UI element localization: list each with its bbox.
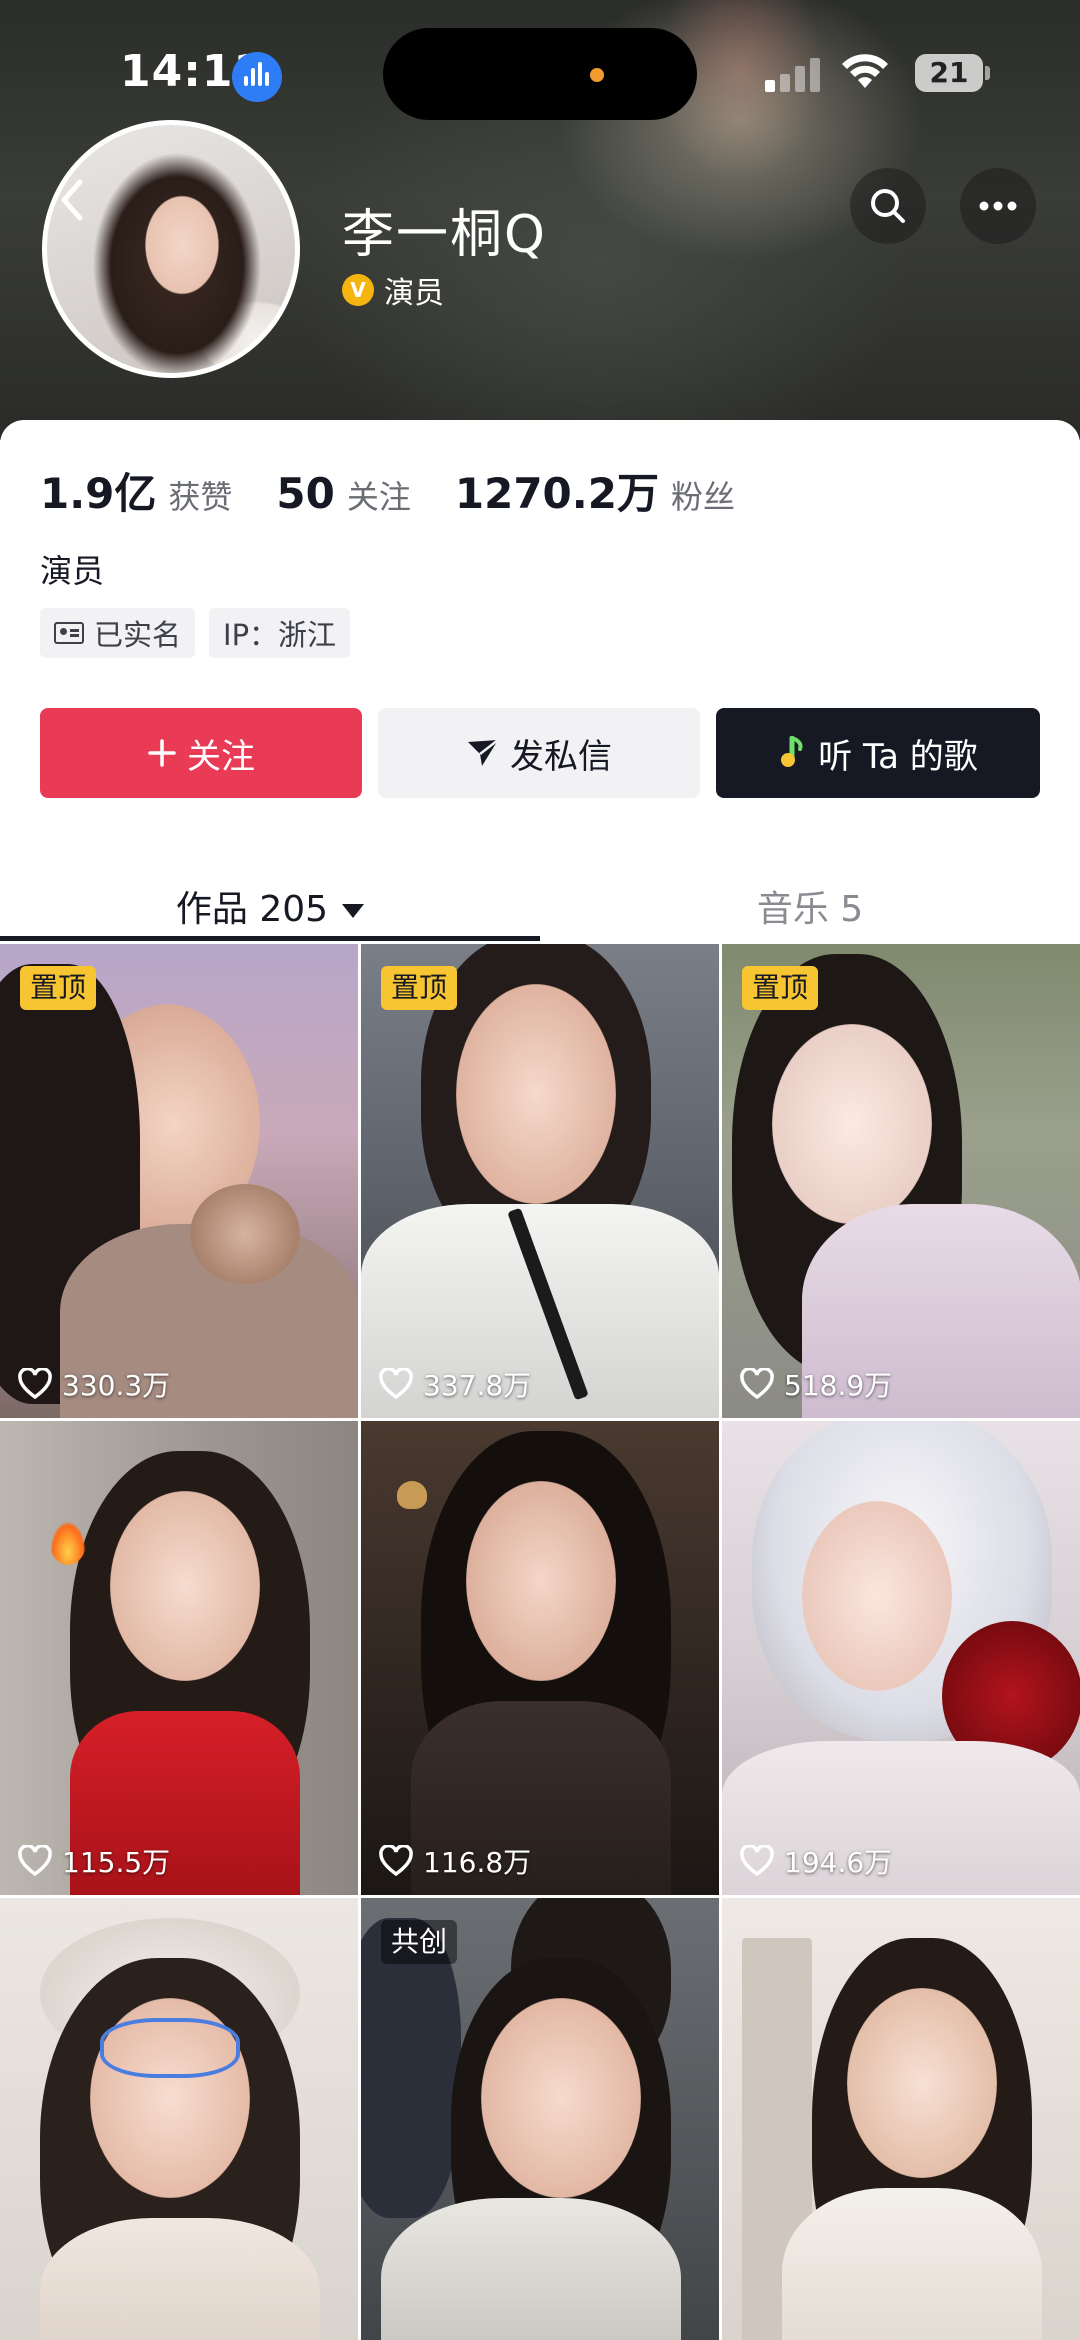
stat-followers-label: 粉丝 <box>670 478 735 516</box>
video-thumbnail[interactable]: 194.6万 <box>722 1421 1080 1895</box>
heart-icon <box>379 1368 413 1400</box>
verified-title: 演员 <box>384 276 444 311</box>
tab-music-label: 音乐 5 <box>756 889 864 930</box>
video-thumbnail[interactable]: 116.8万 <box>361 1421 719 1895</box>
ip-location-label: IP：浙江 <box>223 618 337 652</box>
video-thumbnail[interactable] <box>0 1898 358 2340</box>
stat-following[interactable]: 50 关注 <box>276 469 410 518</box>
dynamic-island <box>383 28 697 120</box>
music-note-icon <box>781 736 803 767</box>
stat-followers[interactable]: 1270.2万 粉丝 <box>455 460 735 521</box>
video-grid: 置顶 330.3万 置顶 337.8万 置顶 518.9万 115.5万 116… <box>0 944 1080 2340</box>
heart-icon <box>740 1368 774 1400</box>
message-button[interactable]: 发私信 <box>378 708 700 798</box>
heart-icon <box>379 1845 413 1877</box>
stat-likes-label: 获赞 <box>168 478 233 516</box>
stat-following-value: 50 <box>276 469 335 518</box>
send-icon <box>468 739 499 766</box>
video-likes-count: 194.6万 <box>784 1846 893 1879</box>
profile-bio: 演员 <box>40 552 105 590</box>
video-likes: 115.5万 <box>18 1841 170 1881</box>
heart-icon <box>740 1845 774 1877</box>
search-button[interactable] <box>850 168 926 244</box>
voice-activity-icon <box>232 52 282 102</box>
video-thumbnail[interactable] <box>722 1898 1080 2340</box>
listen-song-button-label: 听 Ta 的歌 <box>818 736 978 777</box>
action-buttons: 关注 发私信 听 Ta 的歌 <box>40 708 1040 798</box>
id-card-icon <box>54 622 84 644</box>
video-likes: 337.8万 <box>379 1364 531 1404</box>
stat-following-label: 关注 <box>346 478 411 516</box>
heart-icon <box>18 1845 52 1877</box>
follow-button[interactable]: 关注 <box>40 708 362 798</box>
realname-tag: 已实名 <box>40 608 196 658</box>
back-icon[interactable] <box>52 172 112 232</box>
video-likes-count: 337.8万 <box>423 1369 532 1402</box>
pinned-badge: 置顶 <box>381 966 458 1010</box>
cellular-signal-icon <box>765 56 825 92</box>
heart-sticker-icon <box>397 1481 427 1509</box>
plus-icon <box>148 739 176 767</box>
pinned-badge: 置顶 <box>742 966 819 1010</box>
caret-down-icon[interactable] <box>342 904 365 918</box>
video-likes-count: 330.3万 <box>62 1369 171 1402</box>
video-thumbnail[interactable]: 置顶 518.9万 <box>722 944 1080 1418</box>
battery-icon: 21 <box>915 54 983 92</box>
profile-tags: 已实名 IP：浙江 <box>40 608 351 658</box>
video-thumbnail[interactable]: 置顶 337.8万 <box>361 944 719 1418</box>
profile-name: 李一桐Q <box>342 205 547 265</box>
tab-indicator <box>0 936 540 941</box>
ip-location-tag: IP：浙江 <box>209 608 351 658</box>
video-thumbnail[interactable]: 115.5万 <box>0 1421 358 1895</box>
verified-label: V 演员 <box>342 268 444 312</box>
video-thumbnail[interactable]: 共创 <box>361 1898 719 2340</box>
video-likes: 330.3万 <box>18 1364 170 1404</box>
co-create-badge: 共创 <box>381 1920 458 1964</box>
video-thumbnail[interactable]: 置顶 330.3万 <box>0 944 358 1418</box>
tab-works-label: 作品 205 <box>175 889 329 930</box>
more-icon <box>979 201 1017 211</box>
heart-icon <box>18 1368 52 1400</box>
recording-dot-icon <box>590 68 604 82</box>
fire-icon <box>50 1521 86 1565</box>
video-likes: 194.6万 <box>740 1841 892 1881</box>
battery-tip <box>985 66 990 80</box>
listen-song-button[interactable]: 听 Ta 的歌 <box>716 708 1040 798</box>
more-button[interactable] <box>960 168 1036 244</box>
wifi-icon <box>842 54 888 88</box>
follow-button-label: 关注 <box>187 736 255 777</box>
profile-stats: 1.9亿 获赞 50 关注 1270.2万 粉丝 <box>40 460 779 521</box>
stat-likes-value: 1.9亿 <box>40 469 157 518</box>
stat-followers-value: 1270.2万 <box>454 469 659 518</box>
video-likes-count: 116.8万 <box>423 1846 532 1879</box>
avatar[interactable] <box>42 120 300 378</box>
message-button-label: 发私信 <box>510 736 612 777</box>
video-likes: 518.9万 <box>740 1364 892 1404</box>
video-likes-count: 115.5万 <box>62 1846 171 1879</box>
verified-badge-icon: V <box>342 274 374 306</box>
search-icon <box>871 189 905 223</box>
video-likes-count: 518.9万 <box>784 1369 893 1402</box>
pinned-badge: 置顶 <box>20 966 97 1010</box>
stat-likes: 1.9亿 获赞 <box>40 460 232 521</box>
video-likes: 116.8万 <box>379 1841 531 1881</box>
realname-tag-label: 已实名 <box>94 618 182 652</box>
